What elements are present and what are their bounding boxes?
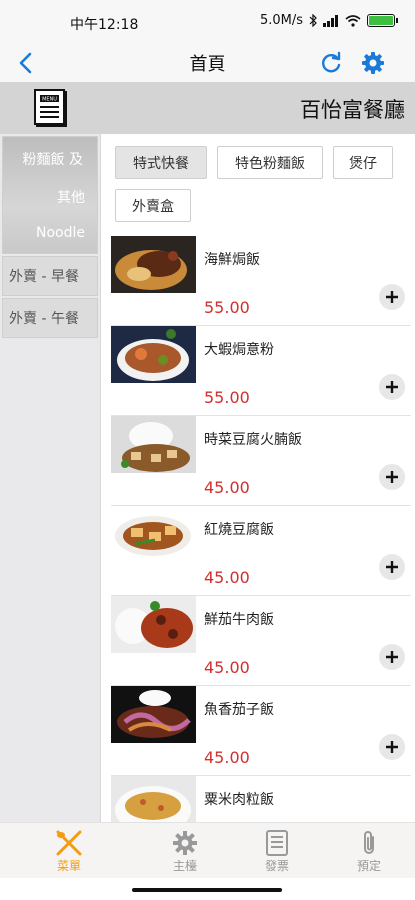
dish-item[interactable]: 大蝦焗意粉 55.00: [111, 326, 411, 416]
sidebar-item-label: 外賣 - 午餐: [9, 311, 79, 327]
add-button[interactable]: [379, 644, 405, 670]
tab-label: 主檯: [172, 859, 197, 873]
sidebar-item-label: 其他: [57, 190, 85, 206]
add-button[interactable]: [379, 464, 405, 490]
dish-price: 45.00: [204, 658, 250, 677]
bottom-tab-bar: 菜單 主檯 發票 預定: [0, 822, 415, 878]
dish-price: 55.00: [204, 298, 250, 317]
refresh-icon: [322, 51, 341, 73]
wifi-icon: [345, 14, 361, 27]
sidebar-item-label: 粉麵飯 及: [22, 152, 83, 168]
status-indicators: 5.0M/s: [259, 13, 398, 28]
add-button[interactable]: [379, 734, 405, 760]
tab-label: 菜單: [56, 859, 81, 873]
refresh-button[interactable]: [317, 49, 345, 77]
dish-item[interactable]: 紅燒豆腐飯 45.00: [111, 506, 411, 596]
dish-name: 粟米肉粒飯: [204, 792, 274, 808]
chip-takeaway-box[interactable]: 外賣盒: [115, 189, 191, 222]
category-sidebar: 粉麵飯 及 其他 Noodle 外賣 - 早餐 外賣 - 午餐: [0, 134, 101, 822]
tab-label: 發票: [264, 859, 289, 873]
status-bar: 中午12:18 5.0M/s: [0, 0, 415, 44]
dish-name: 紅燒豆腐飯: [204, 522, 274, 538]
restaurant-name: 百怡富餐廳: [300, 98, 405, 122]
bluetooth-icon: [309, 14, 317, 27]
chip-claypot[interactable]: 煲仔: [333, 146, 393, 179]
sidebar-item-noodle[interactable]: 粉麵飯 及 其他 Noodle: [2, 136, 98, 254]
paperclip-icon: [324, 829, 414, 857]
dish-item[interactable]: 鮮茄牛肉飯 45.00: [111, 596, 411, 686]
plus-icon: [386, 381, 398, 393]
sidebar-item-label: 外賣 - 早餐: [9, 269, 79, 285]
dish-photo: [111, 326, 196, 383]
dish-price: 45.00: [204, 568, 250, 587]
plus-icon: [386, 741, 398, 753]
dish-photo: [111, 596, 196, 653]
cutlery-icon: [24, 829, 114, 857]
add-button[interactable]: [379, 374, 405, 400]
gear-icon: [362, 52, 384, 74]
restaurant-header: MENU 百怡富餐廳: [0, 82, 415, 134]
sidebar-item-takeaway-breakfast[interactable]: 外賣 - 早餐: [2, 256, 98, 296]
dish-photo: [111, 416, 196, 473]
signal-icon: [323, 14, 338, 27]
dish-item[interactable]: 魚香茄子飯 45.00: [111, 686, 411, 776]
tab-tables[interactable]: 主檯: [140, 829, 230, 874]
plus-icon: [386, 561, 398, 573]
settings-button[interactable]: [359, 49, 387, 77]
menu-content: 特式快餐 特色粉麵飯 煲仔 外賣盒 海鮮焗飯 55.00 大蝦焗意粉 55.00…: [101, 134, 415, 822]
dish-item[interactable]: 時菜豆腐火腩飯 45.00: [111, 416, 411, 506]
dish-item[interactable]: 粟米肉粒飯: [111, 776, 411, 822]
dish-name: 大蝦焗意粉: [204, 342, 274, 358]
tab-invoice[interactable]: 發票: [232, 829, 322, 874]
dish-name: 海鮮焗飯: [204, 252, 260, 268]
network-speed: 5.0M/s: [259, 13, 303, 28]
dish-photo: [111, 686, 196, 743]
plus-icon: [386, 471, 398, 483]
chip-special-fast-food[interactable]: 特式快餐: [115, 146, 207, 179]
dish-price: 45.00: [204, 748, 250, 767]
dish-name: 魚香茄子飯: [204, 702, 274, 718]
plus-icon: [386, 291, 398, 303]
menu-book-icon: MENU: [34, 88, 70, 128]
chip-noodle-rice[interactable]: 特色粉麵飯: [217, 146, 323, 179]
tab-label: 預定: [356, 859, 381, 873]
status-time: 中午12:18: [70, 17, 139, 33]
document-icon: [232, 829, 322, 857]
dish-name: 時菜豆腐火腩飯: [204, 432, 302, 448]
navigation-bar: 首頁: [0, 44, 415, 82]
dish-price: 45.00: [204, 478, 250, 497]
tab-reservation[interactable]: 預定: [324, 829, 414, 874]
home-indicator: [132, 888, 282, 892]
sidebar-item-label: Noodle: [36, 225, 85, 241]
add-button[interactable]: [379, 554, 405, 580]
battery-icon: [367, 14, 398, 27]
sidebar-item-takeaway-lunch[interactable]: 外賣 - 午餐: [2, 298, 98, 338]
dish-price: 55.00: [204, 388, 250, 407]
page-title: 首頁: [189, 54, 226, 75]
add-button[interactable]: [379, 284, 405, 310]
menu-icon-label: MENU: [42, 97, 57, 103]
dish-photo: [111, 506, 196, 563]
dish-photo: [111, 236, 196, 293]
dish-photo: [111, 776, 196, 822]
gear-icon: [140, 829, 230, 857]
tab-menu[interactable]: 菜單: [24, 829, 114, 874]
plus-icon: [386, 651, 398, 663]
dish-item[interactable]: 海鮮焗飯 55.00: [111, 236, 411, 326]
dish-name: 鮮茄牛肉飯: [204, 612, 274, 628]
